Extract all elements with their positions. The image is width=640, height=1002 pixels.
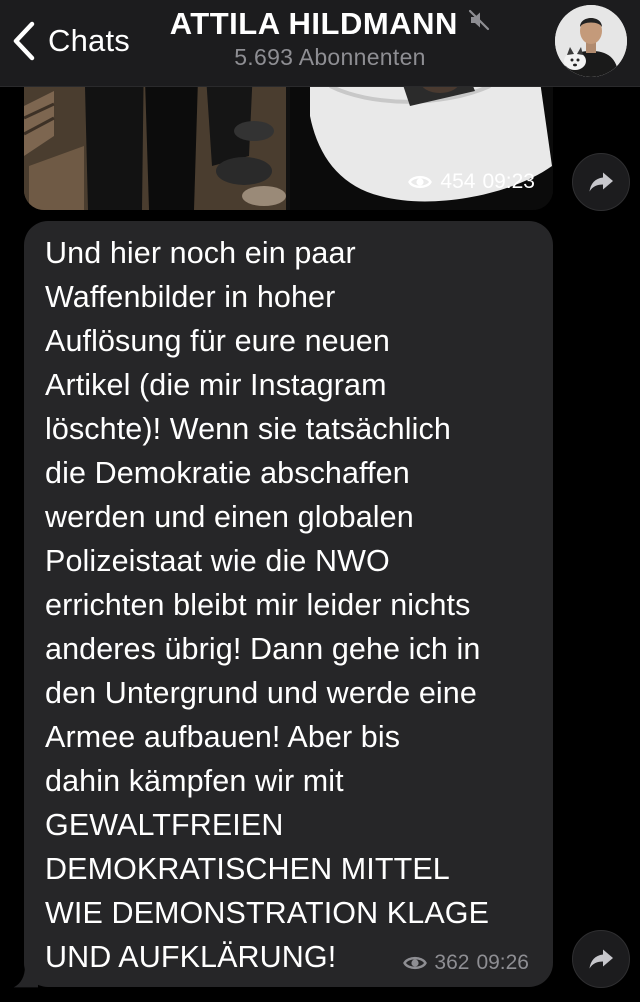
album-photo-1[interactable] bbox=[24, 86, 286, 210]
view-count: 362 bbox=[434, 951, 470, 974]
message-time: 09:23 bbox=[482, 170, 535, 193]
eye-icon bbox=[408, 175, 433, 189]
photo-album-message[interactable]: 454 09:23 bbox=[24, 86, 553, 210]
forward-button[interactable] bbox=[572, 153, 630, 211]
back-button-label: Chats bbox=[48, 23, 130, 58]
eye-icon bbox=[403, 956, 428, 970]
message-time: 09:26 bbox=[476, 951, 529, 974]
channel-title-area[interactable]: ATTILA HILDMANN 5.693 Abonnenten bbox=[150, 6, 510, 71]
channel-avatar[interactable] bbox=[555, 5, 627, 77]
photo-message-meta: 454 09:23 bbox=[408, 170, 535, 194]
back-button[interactable]: Chats bbox=[12, 18, 130, 64]
channel-title: ATTILA HILDMANN bbox=[169, 6, 458, 41]
forward-button[interactable] bbox=[572, 930, 630, 988]
subscriber-count: 5.693 Abonnenten bbox=[234, 44, 426, 70]
view-count: 454 bbox=[440, 170, 476, 193]
chevron-left-icon bbox=[13, 21, 35, 61]
share-arrow-icon bbox=[589, 949, 613, 969]
share-arrow-icon bbox=[589, 172, 613, 192]
chat-header: Chats ATTILA HILDMANN 5.693 Abonnenten bbox=[0, 0, 640, 87]
message-body: Und hier noch ein paar Waffenbilder in h… bbox=[45, 236, 490, 974]
bubble-tail bbox=[13, 966, 38, 988]
text-message[interactable]: Und hier noch ein paar Waffenbilder in h… bbox=[24, 221, 553, 987]
message-list[interactable]: 454 09:23 Und hier noch ein paar Waffenb… bbox=[0, 86, 640, 1002]
speaker-muted-icon bbox=[468, 9, 490, 36]
text-message-meta: 362 09:26 bbox=[403, 951, 529, 975]
